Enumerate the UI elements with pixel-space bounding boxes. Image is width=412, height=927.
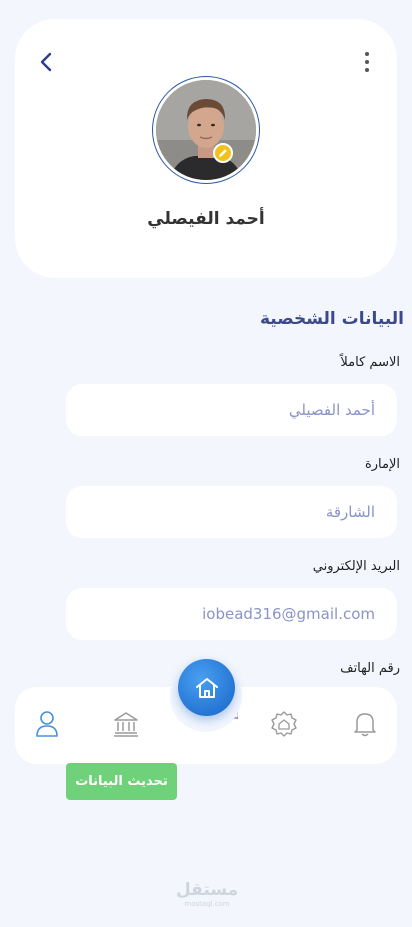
profile-icon — [36, 711, 58, 737]
update-data-button[interactable]: تحديث البيانات — [66, 763, 177, 800]
avatar-ring — [152, 76, 260, 184]
bank-icon — [114, 712, 138, 737]
watermark-sub: mostaql.com — [184, 900, 230, 908]
email-field[interactable]: iobead316@gmail.com — [66, 588, 397, 640]
full-name-label: الاسم كاملاً — [340, 355, 400, 370]
chevron-left-icon — [40, 52, 52, 72]
emirate-value: الشارقة — [325, 503, 375, 521]
section-title: البيانات الشخصية — [259, 309, 404, 329]
watermark-main: مستقل — [176, 880, 239, 900]
email-label: البريد الإلكتروني — [312, 559, 400, 574]
full-name-value: أحمد الفصيلي — [288, 401, 375, 419]
home-button[interactable] — [178, 659, 235, 716]
phone-label: رقم الهاتف — [340, 661, 400, 676]
profile-card: أحمد الفيصلي — [15, 19, 397, 278]
more-vertical-icon — [365, 52, 369, 72]
nav-settings[interactable] — [266, 706, 302, 742]
settings-icon — [271, 711, 297, 737]
nav-notifications[interactable] — [347, 706, 383, 742]
emirate-label: الإمارة — [364, 457, 400, 472]
home-icon — [195, 677, 218, 698]
nav-profile[interactable] — [29, 706, 65, 742]
bell-icon — [354, 713, 376, 737]
email-value: iobead316@gmail.com — [202, 605, 375, 623]
back-button[interactable] — [35, 49, 57, 75]
more-options-button[interactable] — [357, 49, 377, 75]
watermark-logo: مستقل mostaql.com — [176, 880, 238, 908]
pencil-icon — [219, 149, 227, 157]
full-name-field[interactable]: أحمد الفصيلي — [66, 384, 397, 436]
emirate-field[interactable]: الشارقة — [66, 486, 397, 538]
nav-bank[interactable] — [108, 706, 144, 742]
edit-avatar-button[interactable] — [213, 143, 233, 163]
avatar[interactable] — [156, 80, 256, 180]
avatar-photo — [156, 80, 256, 180]
profile-name: أحمد الفيصلي — [147, 209, 265, 229]
